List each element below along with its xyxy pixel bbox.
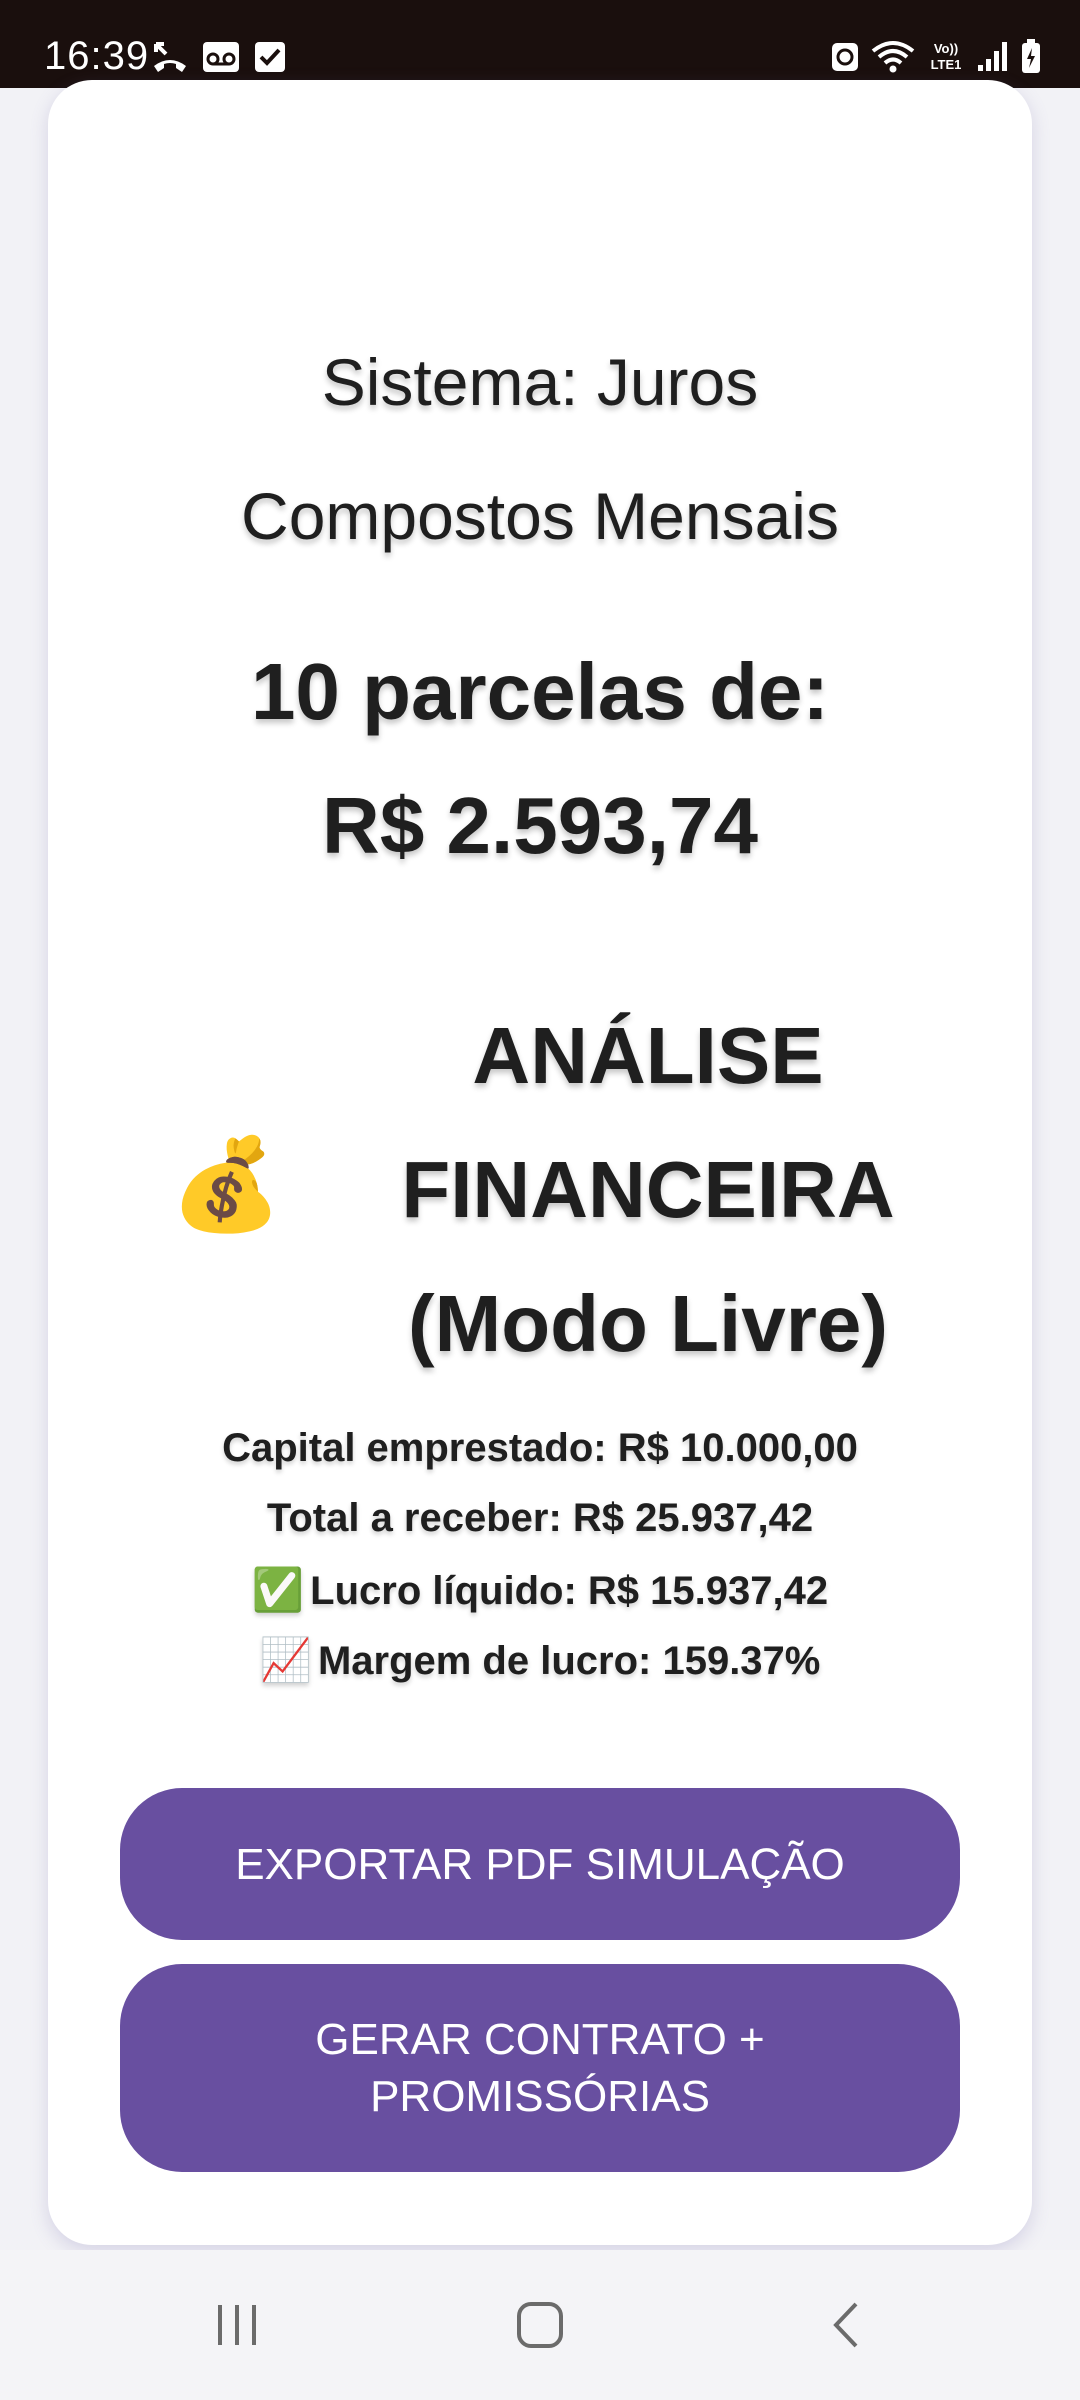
voicemail-icon <box>203 42 239 72</box>
back-icon[interactable] <box>822 2300 872 2350</box>
total-stat: Total a receber: R$ 25.937,42 <box>266 1496 814 1540</box>
profit-text: Lucro líquido: R$ 15.937,42 <box>310 1569 829 1613</box>
navigation-bar <box>0 2250 1080 2400</box>
home-icon[interactable] <box>515 2300 565 2350</box>
status-left-icons <box>152 40 286 74</box>
status-bar: 16:39 Vo)) LTE1 <box>0 0 1080 88</box>
money-bag-icon: 💰 <box>170 1135 283 1235</box>
check-mark-icon: ✅ <box>251 1566 305 1613</box>
status-right-icons: Vo)) LTE1 <box>830 38 1042 74</box>
recents-icon[interactable] <box>212 2300 262 2350</box>
installment-value: R$ 2.593,74 <box>322 781 758 870</box>
export-pdf-button[interactable]: EXPORTAR PDF SIMULAÇÃO <box>120 1788 960 1940</box>
capital-stat: Capital emprestado: R$ 10.000,00 <box>222 1426 858 1470</box>
recycle-icon <box>832 43 858 71</box>
svg-text:Vo)): Vo)) <box>934 41 958 56</box>
margin-text: Margem de lucro: 159.37% <box>317 1639 821 1683</box>
missed-call-icon <box>154 42 186 72</box>
status-time: 16:39 <box>44 34 150 78</box>
simulation-card: Sistema: Juros Compostos Mensais 10 parc… <box>48 80 1032 2245</box>
battery-icon <box>1022 39 1040 73</box>
signal-icon <box>978 42 1007 71</box>
svg-text:LTE1: LTE1 <box>931 57 962 72</box>
margin-stat: 📈 Margem de lucro: 159.37% <box>48 1636 1032 1685</box>
analysis-title-line2: FINANCEIRA <box>401 1145 895 1234</box>
system-title-line1: Sistema: Juros <box>321 345 759 419</box>
generate-contract-button[interactable]: GERAR CONTRATO + PROMISSÓRIAS <box>120 1964 960 2172</box>
installments-label: 10 parcelas de: <box>250 647 830 736</box>
system-title-line2: Compostos Mensais <box>241 479 839 553</box>
analysis-title-line3: (Modo Livre) <box>408 1279 888 1368</box>
wifi-icon <box>871 41 915 73</box>
checkbox-icon <box>255 42 285 72</box>
profit-stat: ✅ Lucro líquido: R$ 15.937,42 <box>48 1566 1032 1615</box>
chart-increasing-icon: 📈 <box>259 1636 312 1683</box>
volte-icon: Vo)) LTE1 <box>931 41 962 72</box>
analysis-title-line1: ANÁLISE <box>472 1011 824 1100</box>
